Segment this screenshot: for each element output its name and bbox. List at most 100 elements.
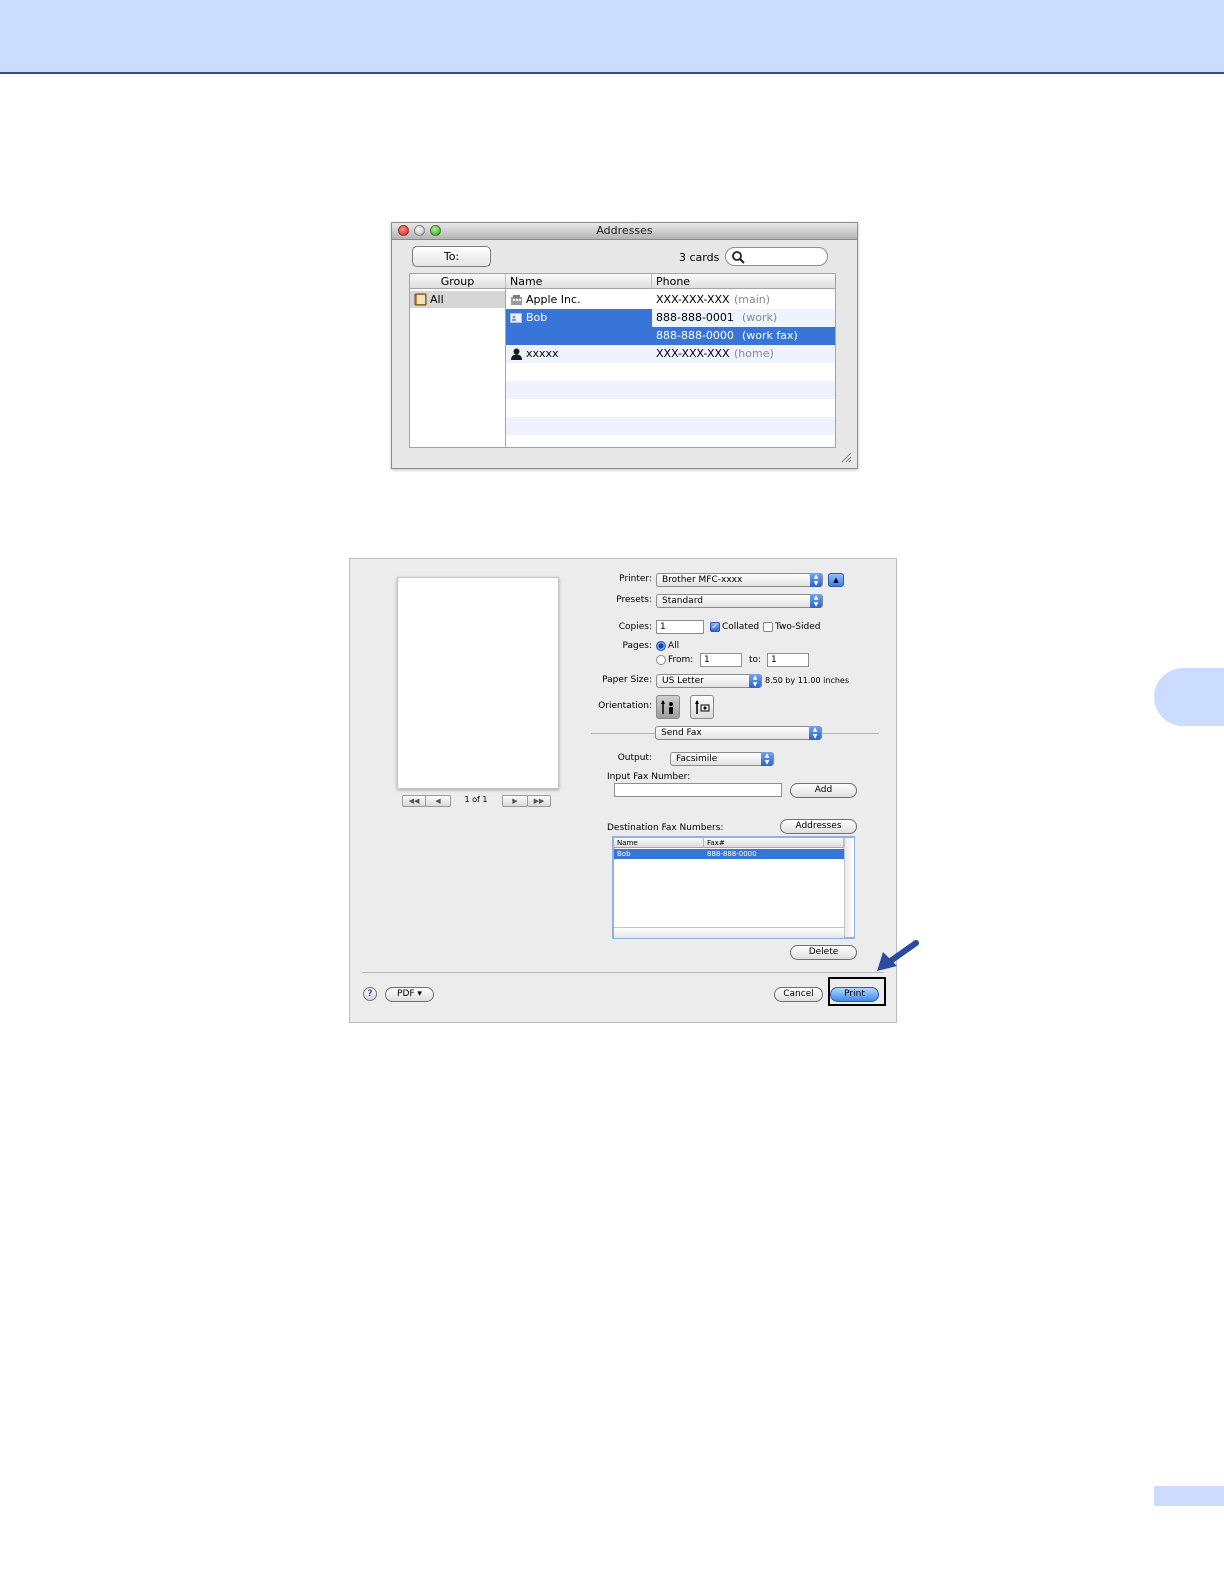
orientation-label: Orientation: [598,701,652,711]
window-title: Addresses [596,224,653,237]
column-header-name[interactable]: Name [506,274,652,289]
copies-label: Copies: [618,622,652,632]
dest-name: Bob [617,850,631,858]
presets-value: Standard [662,596,703,606]
contact-name: Apple Inc. [526,293,581,306]
addresses-button[interactable]: Addresses [780,819,857,834]
destination-label: Destination Fax Numbers: [607,823,724,833]
section-popup[interactable]: Send Fax ▲ ▼ [655,726,822,740]
company-icon [511,295,522,305]
output-popup[interactable]: Facsimile ▲ ▼ [670,752,774,766]
contact-phone: XXX-XXX-XXX [656,347,730,360]
contact-name: Bob [526,311,548,324]
table-row[interactable]: xxxxx XXX-XXX-XXX (home) [506,345,835,363]
output-label: Output: [617,753,652,763]
input-fax-label: Input Fax Number: [607,772,691,782]
page-header-band [0,0,1224,74]
table-row-selected[interactable]: Bob 888-888-0000 [614,849,844,859]
pages-to-label: to: [749,655,762,665]
collated-label: Collated [722,622,760,632]
phone-type: (work fax) [742,329,798,342]
print-button[interactable]: Print [830,987,879,1002]
table-row-empty [506,381,835,399]
paper-size-popup[interactable]: US Letter ▲ ▼ [656,674,762,688]
first-page-button[interactable]: ◀◀ [402,795,426,807]
cards-count: 3 cards [679,251,720,264]
landscape-orientation-button[interactable] [690,695,714,719]
printer-popup[interactable]: Brother MFC-xxxx ▲ ▼ [656,573,823,587]
presets-label: Presets: [616,595,652,605]
popup-arrows-icon: ▲ ▼ [749,674,761,688]
paper-size-dimensions: 8.50 by 11.00 inches [765,676,850,685]
two-sided-label: Two-Sided [775,622,821,632]
popup-arrows-icon: ▲ ▼ [809,726,821,740]
phone-row[interactable]: 888-888-0001 (work) [652,309,835,327]
dest-fax: 888-888-0000 [707,850,757,858]
contact-phone: 888-888-0000 [656,329,734,342]
popup-arrows-icon: ▲ ▼ [810,573,822,587]
pages-to-input[interactable]: 1 [767,653,809,667]
addresses-table: Group Name Phone All Apple Inc. XXX-XXX-… [409,273,836,448]
section-value: Send Fax [661,728,702,738]
two-sided-checkbox[interactable] [763,622,773,632]
addresses-window: Addresses To: 3 cards Group Name Phone A… [391,222,858,469]
last-page-button[interactable]: ▶▶ [527,795,551,807]
collated-checkbox[interactable]: ✓ [710,622,720,632]
vertical-scrollbar[interactable] [844,838,854,937]
paper-size-value: US Letter [662,676,704,686]
presets-popup[interactable]: Standard ▲ ▼ [656,594,823,608]
print-dialog: ◀◀ ◀ 1 of 1 ▶ ▶▶ Printer: Brother MFC-xx… [349,558,897,1023]
portrait-orientation-button[interactable] [656,695,680,719]
addresses-titlebar: Addresses [392,223,857,240]
pages-all-radio[interactable] [656,641,666,651]
landscape-icon [695,700,710,714]
dest-column-name[interactable]: Name [614,838,704,848]
pages-label: Pages: [622,641,652,651]
delete-button[interactable]: Delete [790,945,857,960]
popup-arrows-icon: ▲ ▼ [761,752,773,766]
preview-page-indicator: 1 of 1 [464,795,488,804]
group-label: All [430,293,444,306]
horizontal-scrollbar[interactable] [614,927,844,938]
contact-phone: XXX-XXX-XXX [656,293,730,306]
next-page-button[interactable]: ▶ [502,795,528,807]
to-button[interactable]: To: [412,246,491,267]
table-row[interactable]: Apple Inc. XXX-XXX-XXX (main) [506,291,835,309]
previous-page-button[interactable]: ◀ [425,795,451,807]
column-header-phone[interactable]: Phone [652,274,835,289]
pdf-button[interactable]: PDF ▾ [385,987,434,1002]
destination-fax-table: Name Fax# Bob 888-888-0000 [612,836,855,939]
disclosure-button[interactable]: ▲ [828,573,844,587]
pages-from-input[interactable]: 1 [700,653,742,667]
group-item-all[interactable]: All [410,291,505,308]
pages-all-label: All [668,641,680,651]
column-header-group[interactable]: Group [410,274,506,289]
contact-phone: 888-888-0001 [656,311,734,324]
copies-input[interactable]: 1 [656,620,704,634]
phone-row-selected[interactable]: 888-888-0000 (work fax) [652,327,835,345]
pages-from-label: From: [668,655,694,665]
cancel-button[interactable]: Cancel [774,987,823,1002]
phone-type: (home) [734,347,774,360]
help-button[interactable]: ? [363,987,377,1001]
fax-number-input[interactable] [614,783,782,797]
chapter-side-tab [1154,668,1224,726]
phone-type: (work) [742,311,778,324]
pages-from-radio[interactable] [656,655,666,665]
table-row-selected[interactable]: Bob [506,309,652,345]
contact-name: xxxxx [526,347,559,360]
search-field[interactable] [725,247,828,266]
bottom-divider [362,972,884,973]
table-row-empty [506,417,835,435]
phone-type: (main) [734,293,771,306]
pointer-arrow-icon [877,940,919,971]
paper-size-label: Paper Size: [602,675,652,685]
contact-card-icon [510,313,522,323]
printer-value: Brother MFC-xxxx [662,575,743,585]
print-preview-page [397,577,559,789]
search-icon [732,251,745,264]
add-button[interactable]: Add [790,783,857,798]
dest-column-fax[interactable]: Fax# [704,838,844,848]
resize-grip-icon[interactable] [840,451,852,463]
output-value: Facsimile [676,754,718,764]
